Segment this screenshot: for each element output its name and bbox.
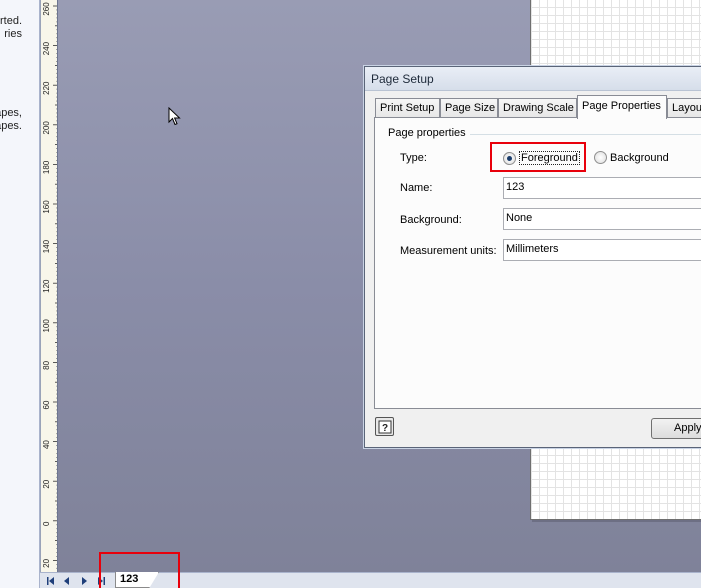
- vertical-ruler[interactable]: 260 240 220 200 180 160 140 120 100 80 60 40 20 0 20: [40, 0, 58, 572]
- tab-page-properties[interactable]: Page Properties: [577, 95, 667, 119]
- dialog-title: Page Setup: [371, 72, 434, 86]
- ruler-label: 140: [42, 239, 51, 253]
- panel-text-line: ries: [4, 28, 22, 40]
- ruler-label: 240: [42, 41, 51, 55]
- radio-unselected-icon: [594, 151, 607, 164]
- tab-print-setup[interactable]: Print Setup: [375, 98, 440, 118]
- apply-button-label: Apply: [674, 422, 701, 434]
- page-setup-dialog: Page Setup Print Setup Page Size Drawing…: [364, 66, 701, 448]
- ruler-label: 160: [42, 200, 51, 214]
- first-page-icon[interactable]: [45, 575, 57, 587]
- panel-text-line: apes.: [0, 120, 22, 132]
- tab-layout[interactable]: Layou: [667, 98, 701, 118]
- ruler-label: 20: [42, 558, 51, 567]
- ruler-label: 220: [42, 81, 51, 95]
- name-label: Name:: [400, 182, 433, 194]
- tab-label: Page Properties: [582, 100, 661, 112]
- panel-text-line: apes,: [0, 107, 22, 119]
- svg-text:?: ?: [381, 423, 387, 434]
- tab-label: Page Size: [445, 102, 496, 114]
- type-label: Type:: [400, 152, 427, 164]
- tab-label: Layou: [672, 102, 701, 114]
- tab-label: Print Setup: [380, 102, 435, 114]
- help-icon: ?: [378, 420, 391, 434]
- mouse-pointer-icon: [168, 107, 181, 126]
- tab-page-size[interactable]: Page Size: [440, 98, 498, 118]
- background-radio-label: Background: [610, 151, 669, 164]
- group-label: Page properties: [388, 127, 469, 139]
- background-select-value: None: [506, 212, 533, 224]
- group-divider: [470, 134, 701, 135]
- ruler-label: 0: [42, 521, 51, 526]
- tab-label: Drawing Scale: [503, 102, 574, 114]
- measurement-units-select[interactable]: Millimeters: [503, 239, 701, 261]
- measurement-units-value: Millimeters: [506, 243, 559, 255]
- tab-drawing-scale[interactable]: Drawing Scale: [498, 98, 577, 118]
- ruler-label: 40: [42, 440, 51, 449]
- prev-page-icon[interactable]: [61, 575, 73, 587]
- foreground-highlight-box: [490, 142, 586, 172]
- ruler-label: 60: [42, 400, 51, 409]
- name-field[interactable]: 123: [503, 177, 701, 199]
- dialog-titlebar[interactable]: Page Setup: [365, 67, 701, 91]
- apply-button[interactable]: Apply: [651, 418, 701, 439]
- next-page-icon[interactable]: [78, 575, 90, 587]
- ruler-label: 80: [42, 360, 51, 369]
- ruler-label: 260: [42, 2, 51, 16]
- page-tab-highlight-box: [99, 552, 180, 588]
- measurement-units-label: Measurement units:: [400, 245, 497, 257]
- background-select[interactable]: None: [503, 208, 701, 230]
- background-label: Background:: [400, 214, 462, 226]
- ruler-scale: 26024022020018016014012010080604020020: [42, 2, 57, 569]
- name-field-value: 123: [506, 181, 525, 193]
- shapes-panel: rted. ries apes, apes.: [0, 0, 40, 588]
- ruler-label: 120: [42, 279, 51, 293]
- ruler-label: 180: [42, 160, 51, 174]
- panel-text-line: rted.: [0, 15, 22, 27]
- ruler-label: 20: [42, 479, 51, 488]
- ruler-label: 200: [42, 121, 51, 135]
- background-radio[interactable]: Background: [594, 151, 669, 164]
- ruler-label: 100: [42, 319, 51, 333]
- help-button[interactable]: ?: [375, 417, 394, 436]
